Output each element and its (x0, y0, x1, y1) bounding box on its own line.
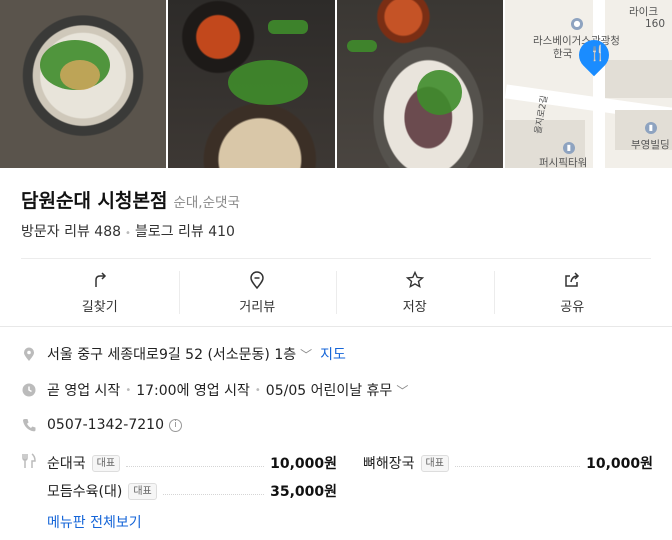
map-label: 라이크 (629, 6, 658, 18)
chevron-down-icon[interactable]: ﹀ (300, 346, 312, 363)
chevron-down-icon[interactable]: ﹀ (396, 382, 408, 399)
address-row: 서울 중구 세종대로9길 52 (서소문동) 1층 ﹀ 지도 (21, 344, 346, 364)
view-full-menu-link[interactable]: 메뉴판 전체보기 (47, 512, 142, 532)
blog-review-link[interactable]: 블로그 리뷰 410 (135, 224, 235, 240)
streetview-icon (250, 271, 265, 290)
menu-item-name: 순대국 (47, 456, 86, 472)
place-category: 순대,순댓국 (173, 195, 240, 211)
hours-row[interactable]: 곧 영업 시작 • 17:00에 영업 시작 • 05/05 어린이날 휴무 ﹀ (21, 380, 408, 400)
photo-strip: 라이크 160 ● 라스베이거스관광청 한국 을지로2길 ▮ 부영빌딩 ▮ 퍼시… (0, 0, 672, 168)
review-summary: 방문자 리뷰 488 • 블로그 리뷰 410 (21, 224, 235, 240)
share-label: 공유 (560, 300, 585, 315)
status-text: 곧 영업 시작 (47, 383, 121, 399)
menu-item-price: 10,000원 (586, 456, 653, 472)
address-text: 서울 중구 세종대로9길 52 (서소문동) 1층 (47, 347, 297, 363)
signature-badge: 대표 (128, 482, 157, 500)
photo-map[interactable]: 라이크 160 ● 라스베이거스관광청 한국 을지로2길 ▮ 부영빌딩 ▮ 퍼시… (505, 0, 672, 168)
streetview-button[interactable]: 거리뷰 (178, 259, 337, 326)
signature-badge: 대표 (420, 454, 449, 472)
map-label: 퍼시픽타워 (539, 157, 588, 168)
save-button[interactable]: 저장 (336, 259, 494, 326)
star-icon (405, 270, 424, 289)
map-link[interactable]: 지도 (320, 344, 346, 364)
menu-item-price: 10,000원 (270, 456, 337, 472)
map-label: 한국 (553, 48, 573, 60)
landmark-icon: ● (571, 18, 583, 30)
signature-badge: 대표 (91, 454, 121, 472)
share-icon (565, 272, 580, 287)
photo-sundae-plate[interactable] (337, 0, 503, 168)
visitor-review-link[interactable]: 방문자 리뷰 488 (21, 224, 121, 240)
phone-row: 0507-1342-7210 i (21, 417, 182, 433)
streetview-label: 거리뷰 (239, 300, 276, 315)
location-icon (24, 347, 34, 361)
menu-item-name: 모듬수육(대) (47, 484, 123, 500)
action-bar: 길찾기 거리뷰 저장 공유 (21, 258, 651, 326)
divider (0, 326, 672, 327)
photo-side-dishes[interactable] (168, 0, 335, 168)
share-button[interactable]: 공유 (493, 259, 652, 326)
info-icon[interactable]: i (169, 418, 182, 432)
phone-number[interactable]: 0507-1342-7210 (47, 417, 164, 433)
map-label: 부영빌딩 (631, 139, 670, 151)
save-label: 저장 (402, 300, 427, 315)
map-label: 라스베이거스관광청 (533, 35, 620, 47)
menu-item[interactable]: 모듬수육(대) 대표 35,000원 (47, 481, 337, 501)
map-label: 160 (645, 18, 666, 30)
menu-item-name: 뼈해장국 (363, 456, 415, 472)
directions-button[interactable]: 길찾기 (21, 259, 179, 326)
place-name: 담원순대 시청본점 (21, 190, 168, 212)
open-time-text: 17:00에 영업 시작 (136, 383, 250, 399)
holiday-text: 05/05 어린이날 휴무 (265, 383, 393, 399)
directions-icon (95, 272, 106, 287)
building-icon: ▮ (645, 122, 657, 134)
menu-icon (22, 453, 36, 468)
menu-item-price: 35,000원 (270, 484, 337, 500)
menu-item[interactable]: 순대국 대표 10,000원 (47, 453, 337, 473)
menu-item[interactable]: 뼈해장국 대표 10,000원 (363, 453, 653, 473)
building-icon: ▮ (563, 142, 575, 154)
clock-icon (22, 383, 36, 397)
photo-soup-bowl[interactable] (0, 0, 166, 168)
restaurant-icon: 🍴 (588, 44, 607, 62)
directions-label: 길찾기 (81, 300, 118, 315)
place-title: 담원순대 시청본점 순대,순댓국 (21, 186, 240, 213)
phone-icon (22, 419, 36, 432)
